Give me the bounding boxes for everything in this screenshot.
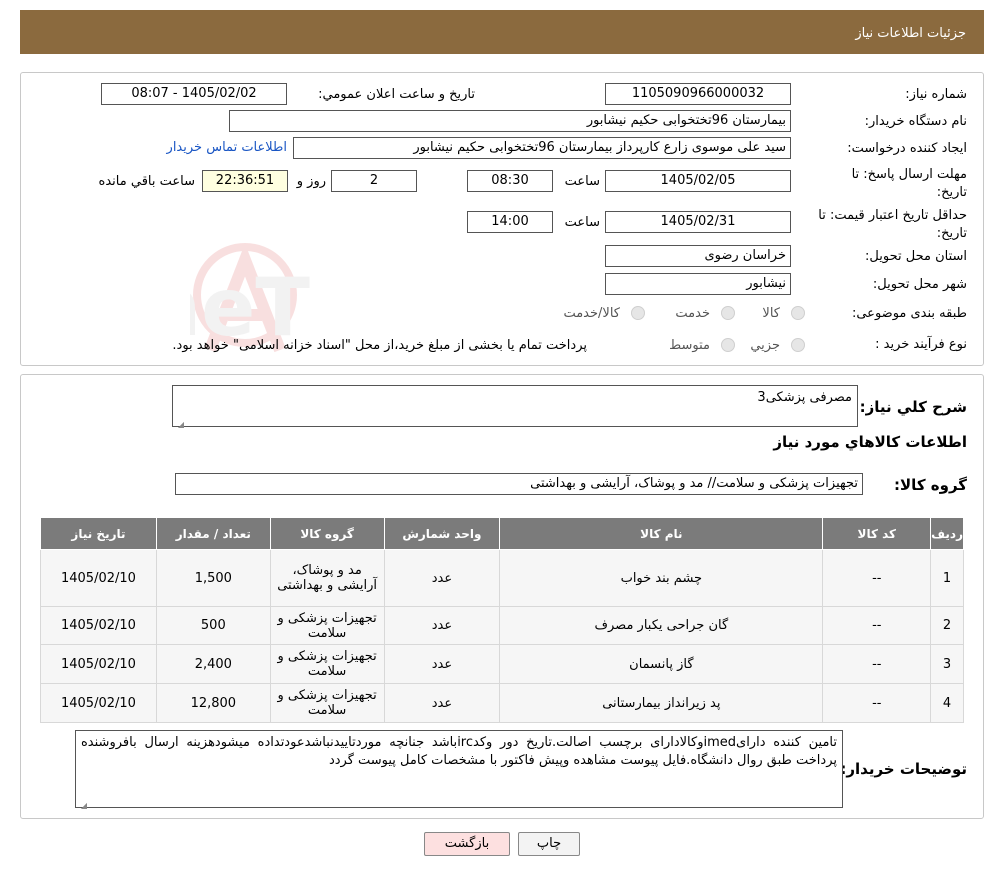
col-header-group: گروه کالا xyxy=(269,517,385,550)
remaining-label: ساعت باقي مانده xyxy=(98,174,195,189)
goods-name: گان جراحی یکبار مصرف xyxy=(499,606,824,645)
resize-grip-icon[interactable]: ◢ xyxy=(176,416,184,429)
deadline-label: مهلت ارسال پاسخ: تا تاریخ: xyxy=(852,166,967,202)
validity-time-field: 14:00 xyxy=(467,211,553,233)
validity-label: حداقل تاریخ اعتبار قیمت: تا تاریخ: xyxy=(818,207,967,243)
goods-date: 1405/02/10 xyxy=(40,683,157,723)
col-header-row-number: ردیف xyxy=(930,517,964,550)
process-minor-label: جزیي xyxy=(750,338,780,353)
city-label: شهر محل تحویل: xyxy=(872,277,967,292)
province-label: استان محل تحویل: xyxy=(865,249,967,264)
category-label: طبقه بندی موضوعی: xyxy=(851,306,967,321)
goods-date: 1405/02/10 xyxy=(40,549,157,607)
row-number: 1 xyxy=(930,549,964,607)
col-header-code: کد کالا xyxy=(822,517,932,550)
goods-code: -- xyxy=(822,683,932,723)
goods-name: پد زیرانداز بیمارستانی xyxy=(499,683,824,723)
need-number-label: شماره نیاز: xyxy=(905,87,967,102)
goods-code: -- xyxy=(822,606,932,645)
table-row: 3 -- گاز پانسمان عدد تجهیزات پزشکی و سلا… xyxy=(40,644,964,684)
creator-field: سید علی موسوی زارع کارپرداز بیمارستان 96… xyxy=(293,137,791,159)
goods-group-field: تجهیزات پزشکی و سلامت// مد و پوشاک، آرای… xyxy=(175,473,863,495)
goods-unit: عدد xyxy=(383,644,501,684)
page-header: جزئیات اطلاعات نیاز xyxy=(20,10,984,54)
buyer-contact-link[interactable]: اطلاعات تماس خریدار xyxy=(167,140,287,155)
goods-group: تجهیزات پزشکی و سلامت xyxy=(269,606,385,645)
table-row: 2 -- گان جراحی یکبار مصرف عدد تجهیزات پز… xyxy=(40,606,964,645)
deadline-label-line2: تاریخ: xyxy=(936,185,967,200)
days-label: روز و xyxy=(296,174,326,189)
process-label: نوع فرآیند خرید : xyxy=(875,337,967,352)
summary-label: شرح کلي نیاز: xyxy=(859,398,967,416)
deadline-time-label: ساعت xyxy=(564,174,600,189)
need-number-field: 1105090966000032 xyxy=(605,83,791,105)
goods-qty: 2,400 xyxy=(155,644,271,684)
goods-name: گاز پانسمان xyxy=(499,644,824,684)
validity-label-line1: حداقل تاریخ اعتبار قیمت: تا xyxy=(818,208,967,223)
process-radio-minor[interactable] xyxy=(791,338,805,352)
process-radio-medium[interactable] xyxy=(721,338,735,352)
city-field: نیشابور xyxy=(605,273,791,295)
goods-name: چشم بند خواب xyxy=(499,549,824,607)
goods-group-label: گروه کالا: xyxy=(894,476,967,494)
goods-info-title: اطلاعات کالاهاي مورد نیاز xyxy=(773,433,967,451)
remaining-time-field: 22:36:51 xyxy=(202,170,288,192)
category-service-label: خدمت xyxy=(675,306,710,321)
table-row: 4 -- پد زیرانداز بیمارستانی عدد تجهیزات … xyxy=(40,683,964,723)
page-title: جزئیات اطلاعات نیاز xyxy=(855,26,966,41)
deadline-label-line1: مهلت ارسال پاسخ: تا xyxy=(851,167,967,182)
col-header-date: تاریخ نیاز xyxy=(40,517,157,550)
category-radio-goods[interactable] xyxy=(791,306,805,320)
goods-unit: عدد xyxy=(383,683,501,723)
buyer-notes-text: تامین کننده دارایimedوکالادارای برچسب اص… xyxy=(81,735,838,768)
row-number: 4 xyxy=(930,683,964,723)
table-row: 1 -- چشم بند خواب عدد مد و پوشاک، آرایشی… xyxy=(40,549,964,607)
goods-unit: عدد xyxy=(383,549,501,607)
validity-label-line2: تاریخ: xyxy=(936,226,967,241)
buyer-notes-field: تامین کننده دارایimedوکالادارای برچسب اص… xyxy=(75,730,843,810)
goods-table: ردیف کد کالا نام کالا واحد شمارش گروه کا… xyxy=(40,517,964,723)
summary-field: مصرفی پزشکی3 ◢ xyxy=(172,385,858,429)
process-note: پرداخت تمام یا بخشی از مبلغ خرید،از محل … xyxy=(172,338,587,353)
announce-label: تاریخ و ساعت اعلان عمومي: xyxy=(318,87,475,102)
goods-qty: 500 xyxy=(155,606,271,645)
resize-grip-icon[interactable]: ◢ xyxy=(79,797,87,810)
col-header-name: نام کالا xyxy=(499,517,824,550)
category-radio-goods-service[interactable] xyxy=(631,306,645,320)
row-number: 3 xyxy=(930,644,964,684)
back-button[interactable]: بازگشت xyxy=(424,832,510,856)
goods-qty: 12,800 xyxy=(155,683,271,723)
goods-group: تجهیزات پزشکی و سلامت xyxy=(269,683,385,723)
row-number: 2 xyxy=(930,606,964,645)
goods-group: تجهیزات پزشکی و سلامت xyxy=(269,644,385,684)
category-goods-label: کالا xyxy=(762,306,780,321)
announce-date-field: 1405/02/02 - 08:07 xyxy=(101,83,287,105)
deadline-date-field: 1405/02/05 xyxy=(605,170,791,192)
creator-label: ایجاد کننده درخواست: xyxy=(847,141,967,156)
province-field: خراسان رضوی xyxy=(605,245,791,267)
goods-qty: 1,500 xyxy=(155,549,271,607)
table-header-row: ردیف کد کالا نام کالا واحد شمارش گروه کا… xyxy=(40,517,964,550)
category-goods-service-label: کالا/خدمت xyxy=(563,306,620,321)
goods-unit: عدد xyxy=(383,606,501,645)
buyer-org-field: بیمارستان 96تختخوابی حکیم نیشابور xyxy=(229,110,791,132)
goods-group: مد و پوشاک، آرایشی و بهداشتی xyxy=(269,549,385,607)
goods-date: 1405/02/10 xyxy=(40,644,157,684)
goods-code: -- xyxy=(822,644,932,684)
col-header-qty: تعداد / مقدار xyxy=(155,517,271,550)
goods-code: -- xyxy=(822,549,932,607)
deadline-time-field: 08:30 xyxy=(467,170,553,192)
buyer-org-label: نام دستگاه خریدار: xyxy=(864,114,967,129)
buyer-notes-label: توضیحات خریدار: xyxy=(840,760,967,778)
validity-date-field: 1405/02/31 xyxy=(605,211,791,233)
summary-text: مصرفی پزشکی3 xyxy=(757,390,852,405)
print-button[interactable]: چاپ xyxy=(518,832,580,856)
validity-time-label: ساعت xyxy=(564,215,600,230)
col-header-unit: واحد شمارش xyxy=(383,517,501,550)
goods-date: 1405/02/10 xyxy=(40,606,157,645)
days-field: 2 xyxy=(331,170,417,192)
process-medium-label: متوسط xyxy=(669,338,710,353)
category-radio-service[interactable] xyxy=(721,306,735,320)
